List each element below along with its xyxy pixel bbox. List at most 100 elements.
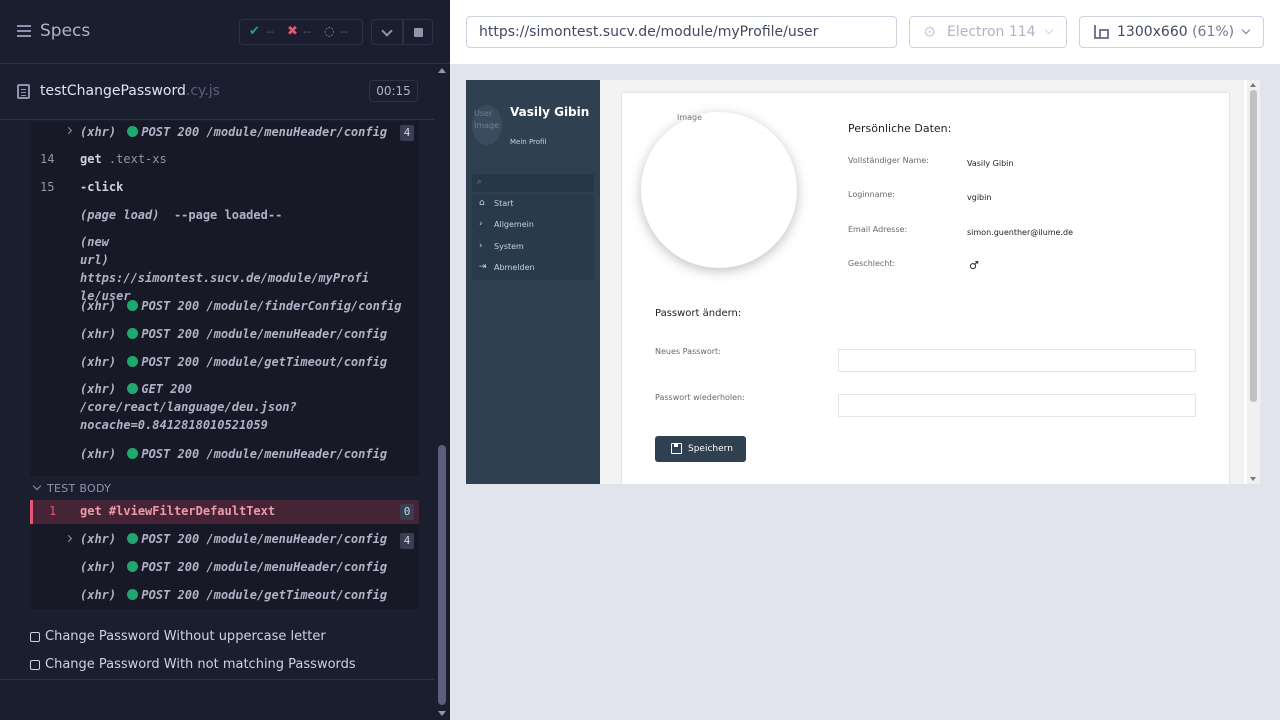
http-status: 200 — [177, 327, 200, 341]
home-icon: ⌂ — [479, 198, 485, 208]
http-method: POST — [141, 532, 171, 546]
app-sidebar: User Image Vasily Gibin Mein Profil ⌕ ⌂ S… — [466, 80, 600, 484]
command-label: (xhr) — [80, 125, 117, 139]
command-name: -click — [80, 180, 124, 194]
sidebar-search-input[interactable]: ⌕ — [472, 174, 594, 192]
http-method: POST — [141, 299, 171, 313]
command-arg: #lviewFilterDefaultText — [108, 504, 276, 518]
sidebar-item-system[interactable]: › System — [472, 237, 594, 257]
command-row[interactable]: (xhr) POST 200 /module/menuHeader/config… — [30, 529, 419, 551]
test-title: Change Password Without uppercase letter — [45, 629, 326, 644]
command-row[interactable]: (xhr) POST 200 /module/getTimeout/config — [30, 352, 419, 374]
field-value: Vasily Gibin — [967, 159, 1014, 168]
save-button-label: Speichern — [688, 444, 733, 454]
command-row[interactable]: (page load) --page loaded-- — [30, 205, 419, 227]
command-row[interactable]: (xhr) POST 200 /module/finderConfig/conf… — [30, 296, 419, 318]
command-label: (xhr) — [80, 299, 117, 313]
collapse-button[interactable] — [371, 19, 403, 45]
command-row[interactable]: (xhr) POST 200 /module/menuHeader/config… — [30, 121, 419, 143]
request-url: /module/menuHeader/config — [206, 447, 388, 461]
sidebar-item-label: System — [494, 242, 524, 251]
command-row[interactable]: (xhr) GET 200/core/react/language/deu.js… — [30, 380, 419, 436]
request-url: /module/menuHeader/config — [206, 327, 388, 341]
spec-file-name[interactable]: testChangePassword.cy.js — [40, 83, 220, 99]
search-icon: ⌕ — [477, 177, 482, 186]
pending-icon: ◌ — [324, 24, 335, 38]
pending-test-icon — [30, 660, 40, 670]
scrollbar-thumb[interactable] — [438, 445, 446, 705]
test-title: Change Password With not matching Passwo… — [45, 657, 356, 672]
failed-command-row[interactable]: 1 get #lviewFilterDefaultText 0 — [30, 500, 419, 524]
scrollbar-thumb[interactable] — [1250, 90, 1257, 402]
scroll-down-icon[interactable] — [438, 711, 446, 716]
sidebar-item-label: Start — [494, 199, 514, 208]
http-status: 200 — [177, 447, 200, 461]
http-status: 200 — [177, 125, 200, 139]
aut-panel: https://simontest.sucv.de/module/myProfi… — [450, 0, 1280, 720]
http-method: POST — [141, 447, 171, 461]
pending-test-icon — [30, 632, 40, 642]
http-status: 200 — [177, 532, 200, 546]
scroll-down-icon[interactable] — [1250, 477, 1256, 481]
chevron-down-icon — [1044, 25, 1054, 35]
command-label: (xhr) — [80, 588, 117, 602]
spec-file-row: testChangePassword.cy.js 00:15 — [0, 64, 434, 120]
sidebar-item-start[interactable]: ⌂ Start — [472, 194, 594, 214]
chevron-right-icon[interactable] — [64, 126, 73, 135]
field-label: Vollständiger Name: — [848, 156, 929, 165]
sidebar-item-abmelden[interactable]: ⇥ Abmelden — [472, 258, 594, 278]
status-dot-icon — [127, 383, 139, 394]
duration-timer: 00:15 — [369, 80, 418, 102]
specs-title[interactable]: Specs — [40, 21, 90, 41]
scroll-up-icon[interactable] — [1250, 83, 1256, 87]
command-row[interactable]: 15 -click — [30, 177, 419, 199]
field-label: Loginname: — [848, 190, 895, 199]
menu-icon[interactable] — [17, 25, 31, 37]
viewport-selector[interactable]: 1300x660 (61%) — [1079, 16, 1264, 48]
sidebar-item-allgemein[interactable]: › Allgemein — [472, 215, 594, 235]
spec-file-basename: testChangePassword — [40, 83, 186, 99]
browser-selector[interactable]: ⚙ Electron 114 — [909, 16, 1067, 48]
request-url: /module/getTimeout/config — [206, 355, 388, 369]
change-password-title: Passwort ändern: — [655, 308, 742, 319]
aut-scrollbar[interactable] — [1247, 80, 1260, 484]
command-row[interactable]: (xhr) POST 200 /module/menuHeader/config — [30, 324, 419, 346]
command-row[interactable]: (xhr) POST 200 /module/getTimeout/config — [30, 585, 419, 607]
xhr-command: (xhr) POST 200 /module/menuHeader/config — [80, 532, 387, 546]
stop-button[interactable] — [403, 19, 433, 45]
field-label: Email Adresse: — [848, 225, 908, 234]
profile-link[interactable]: Mein Profil — [510, 138, 546, 146]
cross-icon: ✖ — [287, 24, 298, 39]
divider — [0, 679, 434, 680]
count-badge: 0 — [400, 504, 414, 520]
chevron-down-icon — [32, 481, 42, 491]
new-password-input[interactable] — [838, 349, 1196, 372]
scroll-up-icon[interactable] — [438, 68, 446, 73]
command-row[interactable]: 14 get .text-xs — [30, 149, 419, 171]
chevron-right-icon[interactable] — [64, 534, 73, 543]
command-name: get .text-xs — [80, 152, 167, 166]
command-name-text: get — [80, 504, 102, 518]
reporter-scrollbar[interactable] — [434, 64, 450, 720]
new-url-command: (new url) https://simontest.sucv.de/modu… — [80, 233, 410, 305]
command-row[interactable]: (xhr) POST 200 /module/menuHeader/config — [30, 557, 419, 579]
http-method: POST — [141, 327, 171, 341]
xhr-command: (xhr) POST 200 /module/getTimeout/config — [80, 355, 387, 369]
command-number: 15 — [40, 180, 55, 194]
command-label: (xhr) — [80, 560, 117, 574]
command-row[interactable]: (new url) https://simontest.sucv.de/modu… — [30, 233, 419, 303]
status-dot-icon — [127, 126, 139, 137]
command-number: 1 — [49, 504, 57, 518]
repeat-password-input[interactable] — [838, 394, 1196, 417]
xhr-command: (xhr) POST 200 /module/getTimeout/config — [80, 588, 387, 602]
specs-header: Specs ✔ -- ✖ -- ◌ -- — [0, 0, 450, 64]
command-label: (xhr) — [80, 327, 117, 341]
save-button[interactable]: Speichern — [655, 436, 746, 462]
xhr-command: (xhr) POST 200 /module/menuHeader/config — [80, 327, 387, 341]
http-method: POST — [141, 355, 171, 369]
test-body-header[interactable]: TEST BODY — [30, 476, 419, 500]
url-bar[interactable]: https://simontest.sucv.de/module/myProfi… — [466, 16, 897, 48]
http-status: 200 — [177, 355, 200, 369]
command-row[interactable]: (xhr) POST 200 /module/menuHeader/config — [30, 445, 419, 467]
page-load-command: (page load) --page loaded-- — [80, 208, 282, 222]
